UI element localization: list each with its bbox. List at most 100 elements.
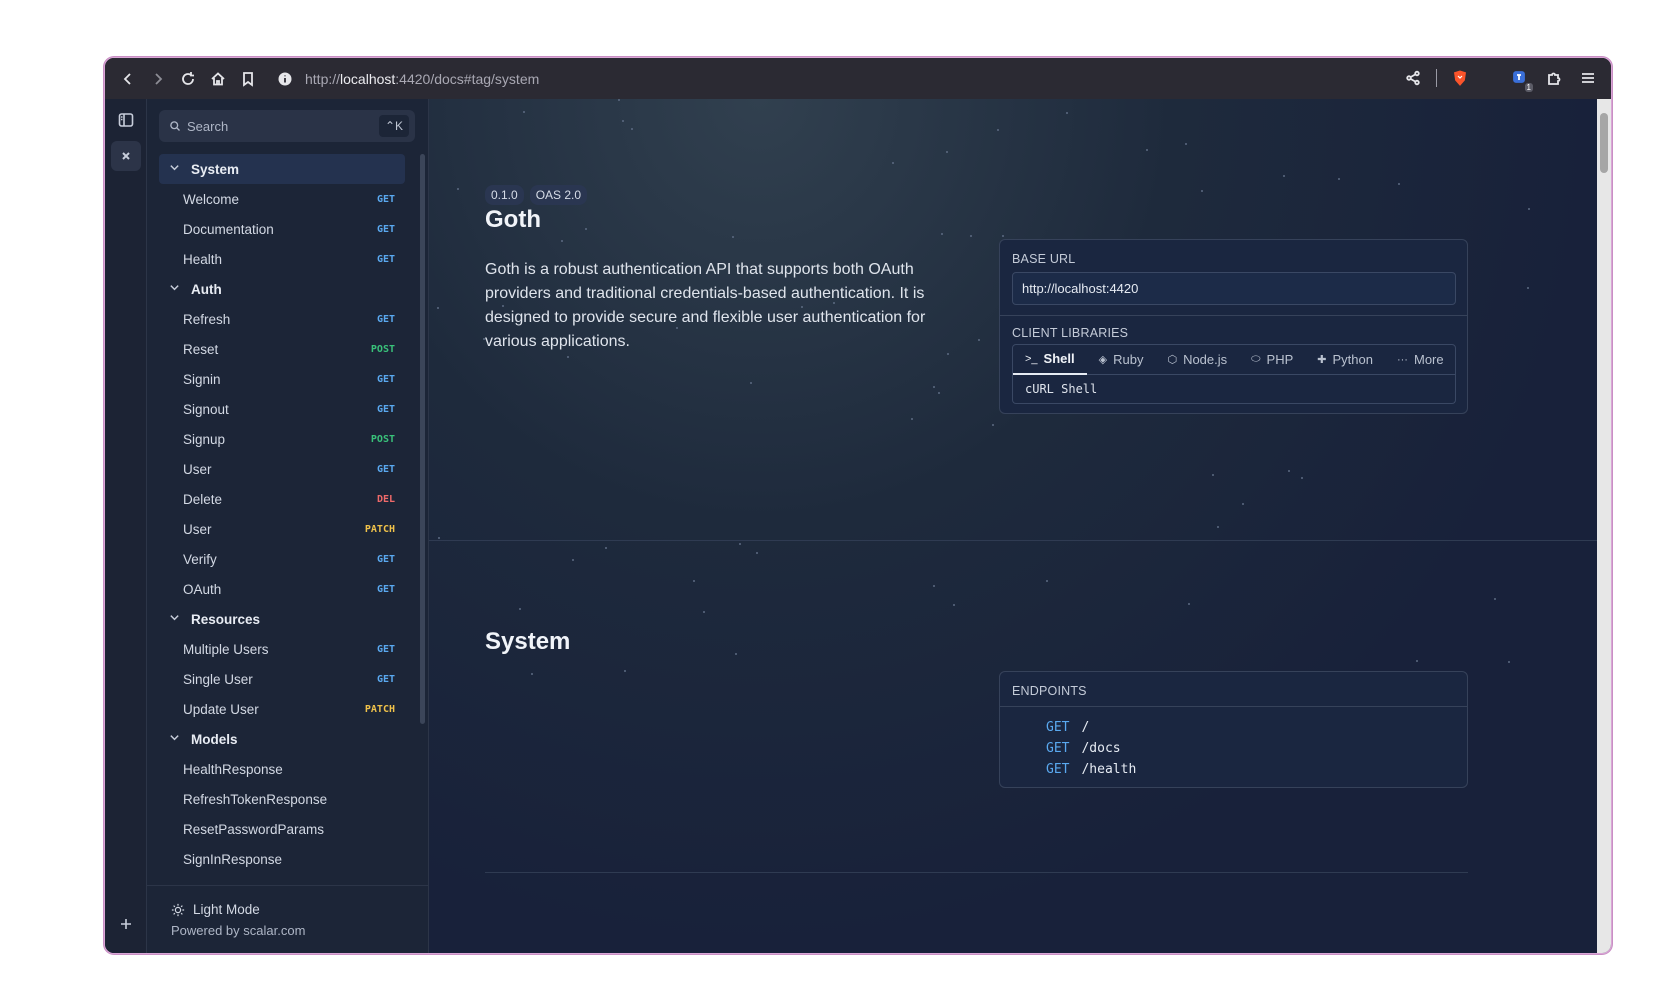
sidebar-item-label: Reset bbox=[183, 341, 219, 357]
sidebar-item[interactable]: OAuth GET bbox=[159, 574, 405, 604]
forward-icon[interactable] bbox=[143, 64, 173, 94]
background-star bbox=[933, 585, 935, 587]
background-star bbox=[567, 356, 569, 358]
menu-icon[interactable] bbox=[1573, 63, 1603, 93]
endpoint-path: /docs bbox=[1081, 741, 1121, 756]
background-star bbox=[531, 673, 533, 675]
tab-label: Shell bbox=[1043, 351, 1075, 366]
page-scrollbar[interactable] bbox=[1597, 99, 1611, 953]
background-star bbox=[437, 307, 439, 309]
add-panel-icon[interactable] bbox=[111, 909, 141, 939]
tab-shell[interactable]: >_ Shell bbox=[1013, 345, 1087, 375]
client-card: BASE URL http://localhost:4420 CLIENT LI… bbox=[999, 239, 1468, 414]
background-star bbox=[933, 386, 935, 388]
background-star bbox=[970, 235, 972, 237]
sidebar-group-system[interactable]: System bbox=[159, 154, 405, 184]
home-icon[interactable] bbox=[203, 64, 233, 94]
background-star bbox=[457, 188, 459, 190]
sidebar-item[interactable]: ResetPasswordParams bbox=[159, 814, 405, 844]
method-badge: POST bbox=[370, 433, 395, 445]
sidebar-item-label: Multiple Users bbox=[183, 641, 269, 657]
sidebar-item[interactable]: Verify GET bbox=[159, 544, 405, 574]
sidebar-item[interactable]: Welcome GET bbox=[159, 184, 405, 214]
oas-badge: OAS 2.0 bbox=[529, 185, 588, 205]
sidebar-item[interactable]: Signout GET bbox=[159, 394, 405, 424]
sidebar-item[interactable]: Refresh GET bbox=[159, 304, 405, 334]
search-input[interactable]: Search ⌃K bbox=[159, 110, 415, 142]
sidebar-item[interactable]: User PATCH bbox=[159, 514, 405, 544]
sidebar-item[interactable]: HealthResponse bbox=[159, 754, 405, 784]
sidebar-item[interactable]: Reset POST bbox=[159, 334, 405, 364]
tab-label: Ruby bbox=[1113, 352, 1144, 367]
endpoint-row[interactable]: GET/docs bbox=[1046, 738, 1136, 759]
tab-more[interactable]: ··· More bbox=[1385, 345, 1456, 375]
base-url-field[interactable]: http://localhost:4420 bbox=[1012, 272, 1456, 305]
sidebar-group-label: Resources bbox=[191, 611, 261, 627]
background-star bbox=[1212, 474, 1214, 476]
close-panel-icon[interactable] bbox=[110, 141, 141, 171]
sidebar-group-resources[interactable]: Resources bbox=[159, 604, 405, 634]
method-badge: GET bbox=[376, 583, 395, 595]
browser-side-panel bbox=[105, 99, 147, 953]
main-content: 0.1.0 OAS 2.0 Goth Goth is a robust auth… bbox=[429, 99, 1599, 953]
url-text[interactable]: http://localhost:4420/docs#tag/system bbox=[305, 71, 539, 87]
extension-icon[interactable]: 1 bbox=[1505, 63, 1535, 93]
sidebar-item-label: Verify bbox=[183, 551, 217, 567]
bookmark-icon[interactable] bbox=[233, 64, 263, 94]
section-title-system: System bbox=[485, 628, 571, 655]
sidebar-item[interactable]: Health GET bbox=[159, 244, 405, 274]
endpoint-row[interactable]: GET/health bbox=[1046, 759, 1136, 780]
section-divider bbox=[429, 540, 1599, 541]
light-mode-label: Light Mode bbox=[193, 902, 260, 917]
endpoint-path: / bbox=[1081, 720, 1090, 735]
more-icon: ··· bbox=[1396, 353, 1408, 366]
method-badge: POST bbox=[370, 343, 395, 355]
scrollbar-thumb[interactable] bbox=[1600, 113, 1608, 173]
background-star bbox=[1527, 287, 1529, 289]
sidebar-item[interactable]: Update User PATCH bbox=[159, 694, 405, 724]
sidebar-item-label: Health bbox=[183, 251, 223, 267]
section-divider bbox=[485, 872, 1468, 873]
background-star bbox=[946, 151, 948, 153]
background-star bbox=[1528, 208, 1530, 210]
sidebar-item[interactable]: Signin GET bbox=[159, 364, 405, 394]
endpoint-method: GET bbox=[1046, 720, 1070, 735]
sidebar-item[interactable]: Documentation GET bbox=[159, 214, 405, 244]
sidebar-item[interactable]: Signup POST bbox=[159, 424, 405, 454]
tab-python[interactable]: ✚ Python bbox=[1305, 345, 1385, 375]
background-star bbox=[622, 120, 624, 122]
brave-shield-icon[interactable] bbox=[1445, 63, 1475, 93]
site-info-icon[interactable] bbox=[275, 64, 295, 94]
extensions-puzzle-icon[interactable] bbox=[1539, 63, 1569, 93]
sidebar-group-models[interactable]: Models bbox=[159, 724, 405, 754]
share-icon[interactable] bbox=[1398, 63, 1428, 93]
back-icon[interactable] bbox=[113, 64, 143, 94]
background-star bbox=[750, 382, 752, 384]
powered-by-link[interactable]: Powered by scalar.com bbox=[171, 923, 428, 938]
sidebar-item[interactable]: SignInResponse bbox=[159, 844, 405, 874]
background-star bbox=[561, 240, 563, 242]
sidebar-item[interactable]: Delete DEL bbox=[159, 484, 405, 514]
light-mode-toggle[interactable]: Light Mode bbox=[171, 902, 428, 917]
background-star bbox=[1283, 175, 1285, 177]
method-badge: GET bbox=[376, 193, 395, 205]
sidebar-toggle-icon[interactable] bbox=[111, 105, 141, 135]
extension-badge-count: 1 bbox=[1524, 83, 1533, 92]
tab-nodejs[interactable]: ⬡ Node.js bbox=[1155, 345, 1239, 375]
sidebar-item[interactable]: User GET bbox=[159, 454, 405, 484]
method-badge: GET bbox=[376, 643, 395, 655]
method-badge: GET bbox=[376, 313, 395, 325]
sidebar-item[interactable]: RefreshTokenResponse bbox=[159, 784, 405, 814]
tab-label: Node.js bbox=[1183, 352, 1228, 367]
endpoint-row[interactable]: GET / bbox=[1046, 717, 1136, 738]
tab-ruby[interactable]: ◈ Ruby bbox=[1087, 345, 1156, 375]
tab-php[interactable]: ⬭ PHP bbox=[1239, 345, 1305, 375]
card-divider bbox=[1000, 315, 1467, 316]
sidebar-group-auth[interactable]: Auth bbox=[159, 274, 405, 304]
background-star bbox=[605, 547, 607, 549]
sidebar-item[interactable]: Single User GET bbox=[159, 664, 405, 694]
sidebar-item[interactable]: Multiple Users GET bbox=[159, 634, 405, 664]
address-bar[interactable]: http://localhost:4420/docs#tag/system bbox=[275, 64, 539, 94]
reload-icon[interactable] bbox=[173, 64, 203, 94]
sidebar-scrollbar[interactable] bbox=[420, 154, 425, 724]
